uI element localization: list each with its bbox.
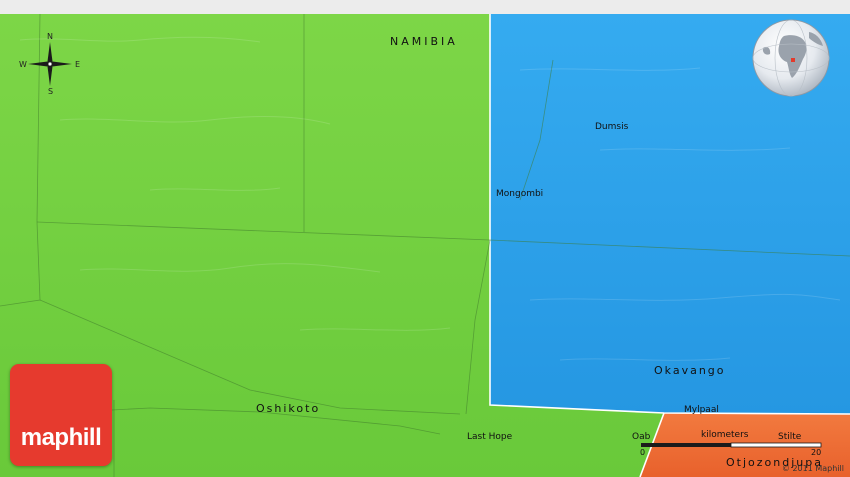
compass-n: N xyxy=(47,32,53,41)
top-strip xyxy=(0,0,850,14)
scale-bar: kilometers 0 20 xyxy=(635,428,825,462)
compass-s: S xyxy=(48,87,54,96)
country-label: NAMIBIA xyxy=(390,35,458,48)
compass-w: W xyxy=(19,60,27,69)
maphill-logo[interactable]: maphill xyxy=(10,364,112,466)
map-base xyxy=(0,0,850,477)
place-last-hope[interactable]: Last Hope xyxy=(467,432,512,442)
place-dumsis[interactable]: Dumsis xyxy=(595,122,628,132)
region-label-oshikoto: Oshikoto xyxy=(256,402,321,415)
scale-min: 0 xyxy=(640,448,646,457)
region-label-okavango: Okavango xyxy=(654,364,726,377)
scale-bar-graphic xyxy=(641,442,822,448)
map-viewport[interactable]: N S E W NAMIBIA Okavango Oshikoto Otjozo… xyxy=(0,0,850,477)
compass-e: E xyxy=(75,60,81,69)
copyright: © 2011 Maphill xyxy=(781,464,844,473)
scale-max: 20 xyxy=(811,448,822,457)
compass-rose: N S E W xyxy=(18,32,82,96)
globe-locator-icon xyxy=(752,19,830,97)
scale-unit: kilometers xyxy=(701,430,749,440)
place-mylpaal[interactable]: Mylpaal xyxy=(684,405,719,415)
brand-name: maphill xyxy=(20,424,102,451)
place-mongombi[interactable]: Mongombi xyxy=(496,189,543,199)
